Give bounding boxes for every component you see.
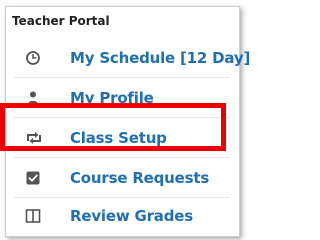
menu-item-course-requests[interactable]: Course Requests — [6, 160, 239, 198]
columns-icon — [25, 208, 41, 224]
menu-item-label: Review Grades — [70, 207, 193, 225]
screenshot-frame: Teacher Portal My Schedule [12 Day] My P… — [0, 0, 250, 240]
menu-item-review-grades[interactable]: Review Grades — [6, 198, 239, 236]
menu-item-label: My Schedule [12 Day] — [70, 49, 251, 67]
clock-icon — [25, 50, 41, 66]
divider — [14, 157, 230, 158]
menu-item-label: Course Requests — [70, 169, 210, 187]
highlight-annotation-box — [0, 103, 226, 151]
menu-item-my-schedule[interactable]: My Schedule [12 Day] — [6, 40, 250, 78]
divider — [14, 77, 230, 78]
portal-title: Teacher Portal — [12, 14, 110, 28]
checkbox-icon — [25, 170, 41, 186]
